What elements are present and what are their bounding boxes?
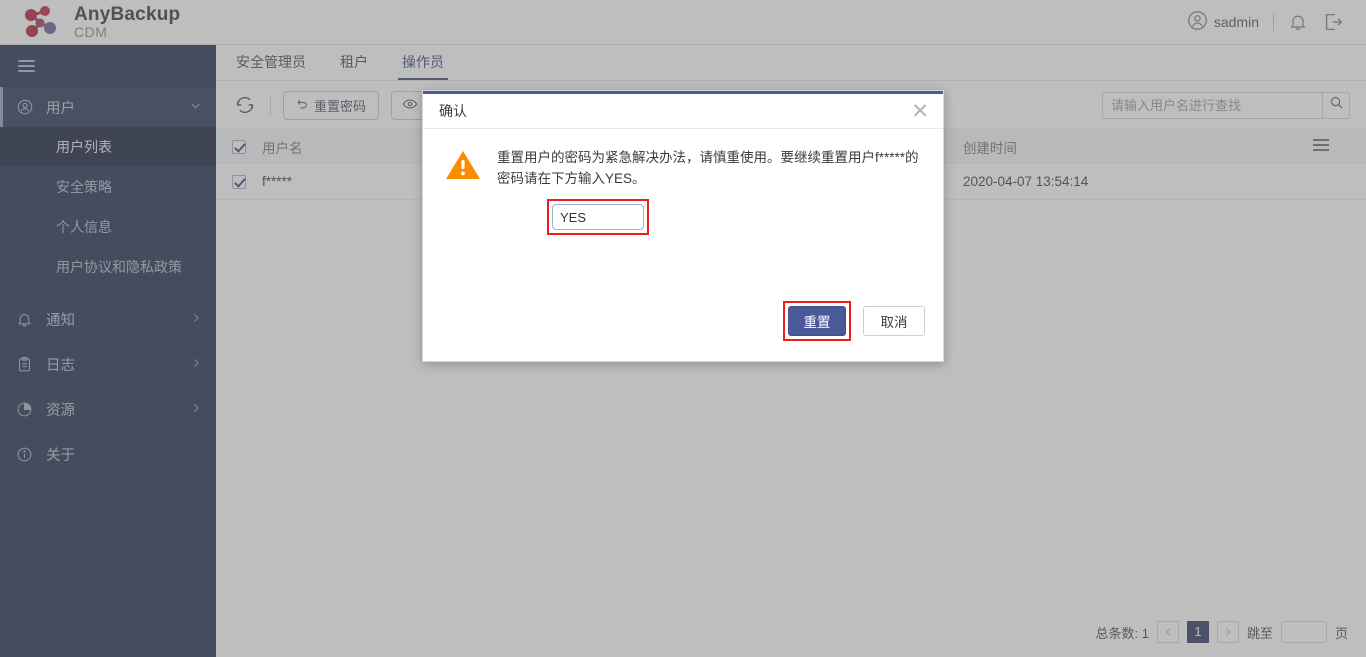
dialog-body: 重置用户的密码为紧急解决办法，请慎重使用。要继续重置用户f*****的密码请在下…: [423, 129, 943, 235]
dialog-title: 确认: [439, 103, 467, 119]
confirm-text-input[interactable]: [552, 204, 644, 230]
app-root: AnyBackup CDM sadmin 用户 用户列表 安全策略 个人信息 用…: [0, 0, 1366, 657]
close-icon[interactable]: ✕: [911, 101, 929, 122]
reset-confirm-button[interactable]: 重置: [788, 306, 846, 336]
warning-triangle-icon: [445, 147, 481, 235]
cancel-button[interactable]: 取消: [863, 306, 925, 336]
confirm-dialog: 确认 ✕ 重置用户的密码为紧急解决办法，请慎重使用。要继续重置用户f*****的…: [422, 90, 944, 362]
confirm-input-highlight: [547, 199, 649, 235]
confirm-button-highlight: 重置: [783, 301, 851, 341]
dialog-footer: 重置 取消: [783, 301, 925, 341]
dialog-header: 确认 ✕: [423, 94, 943, 129]
dialog-message: 重置用户的密码为紧急解决办法，请慎重使用。要继续重置用户f*****的密码请在下…: [497, 150, 919, 186]
